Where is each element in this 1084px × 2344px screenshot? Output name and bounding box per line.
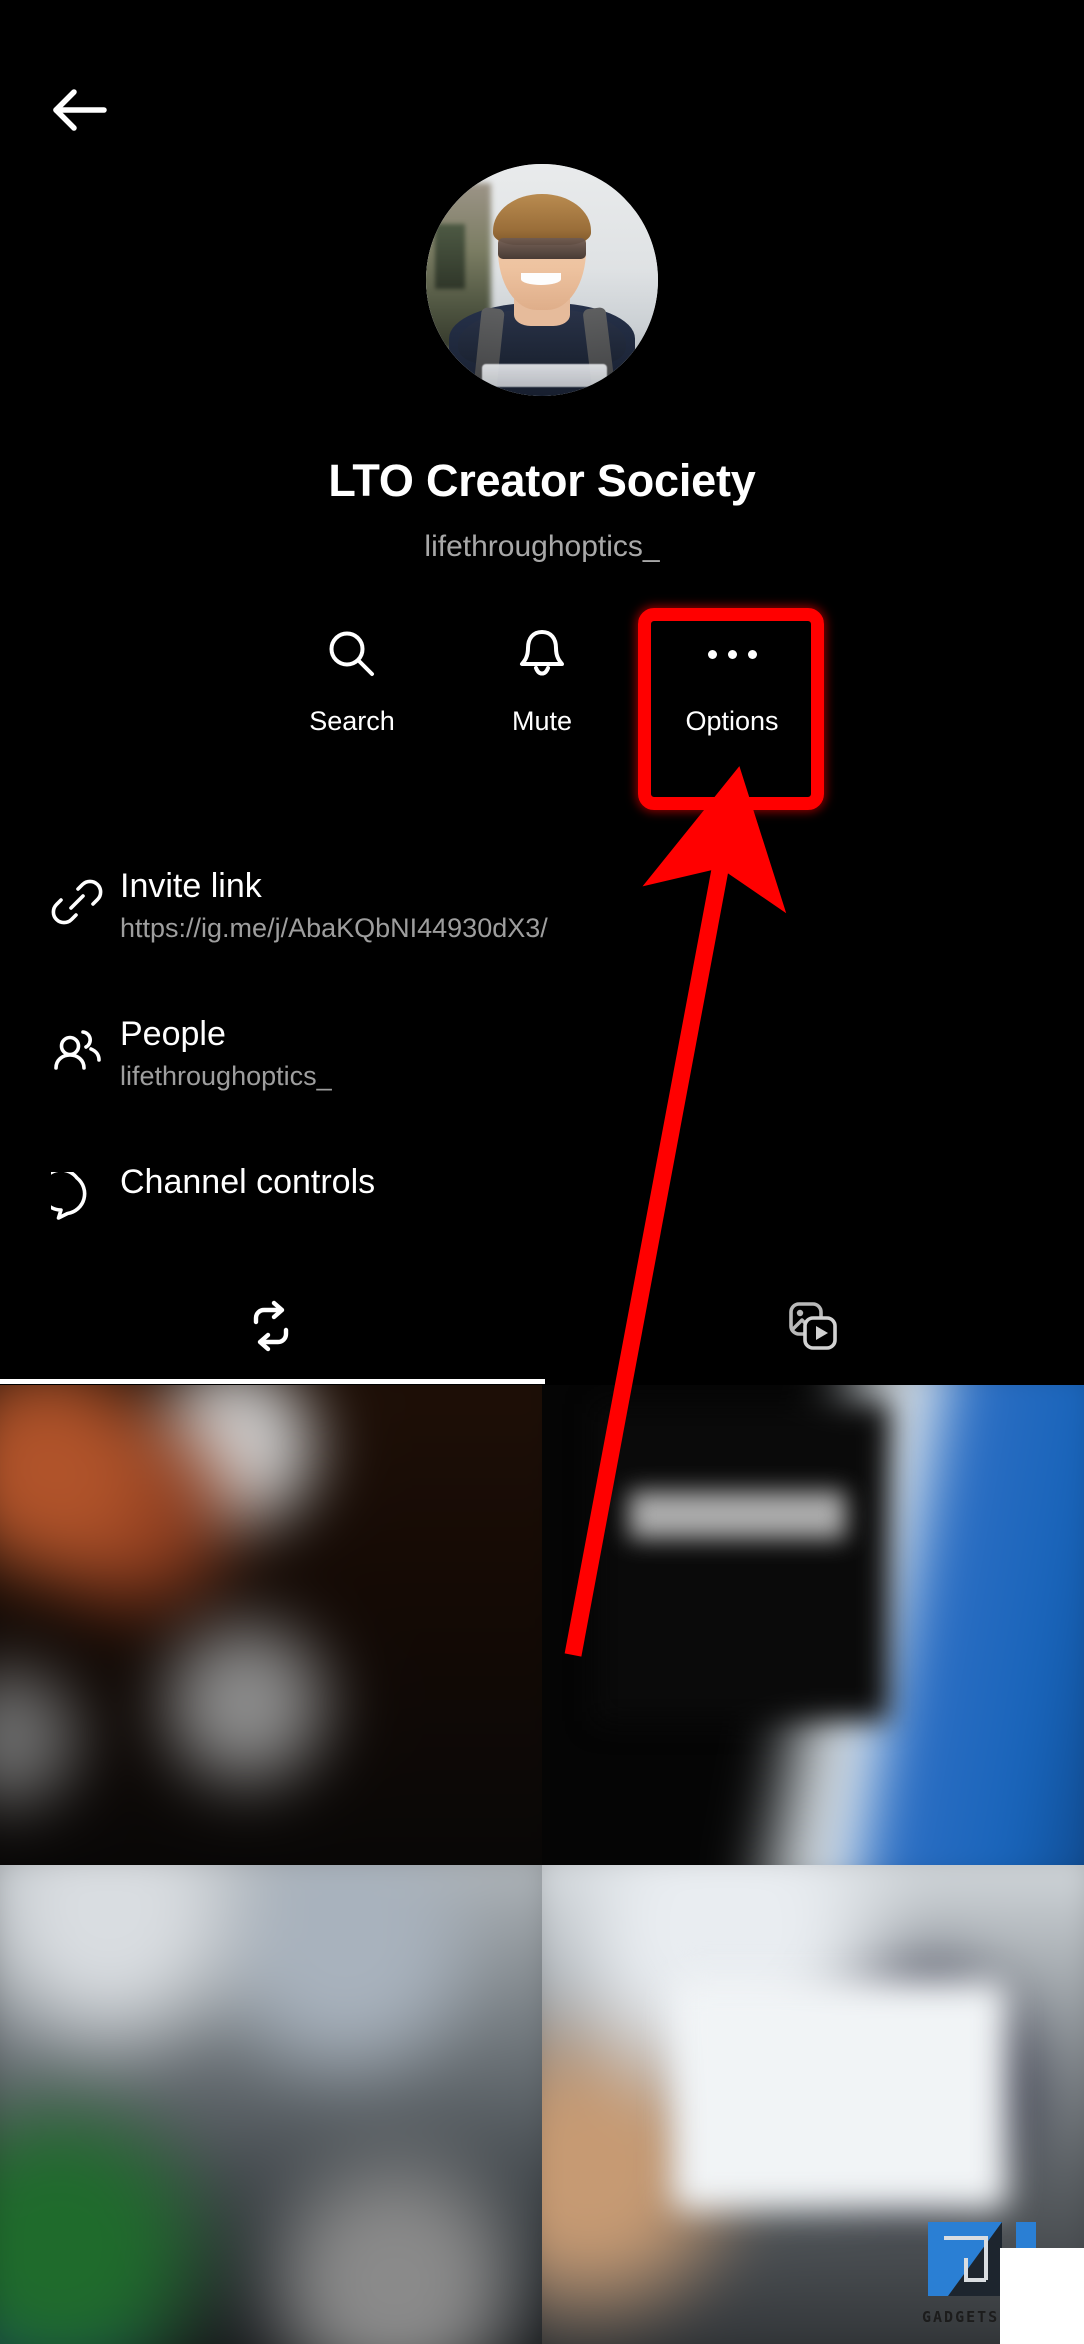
list-item-title: Channel controls (120, 1163, 376, 1201)
options-action-label: Options (685, 706, 779, 736)
list-item-subtitle: lifethroughoptics_ (120, 1061, 332, 1092)
chat-bubble-icon (34, 1154, 120, 1224)
page-title: LTO Creator Society (328, 455, 756, 506)
grid-cell[interactable] (0, 1385, 542, 1865)
list-item-subtitle: https://ig.me/j/AbaKQbNI44930dX3/ (120, 913, 548, 944)
active-tab-underline (0, 1379, 545, 1384)
list-item-invite-link[interactable]: Invite link https://ig.me/j/AbaKQbNI4493… (0, 858, 1084, 1006)
bell-icon (518, 618, 566, 690)
search-action-button[interactable]: Search (257, 618, 447, 737)
link-icon (34, 858, 120, 928)
back-button[interactable] (30, 62, 130, 158)
profile-username: lifethroughoptics_ (424, 530, 660, 563)
tab-media[interactable] (542, 1272, 1084, 1384)
content-tab-bar (0, 1272, 1084, 1384)
avatar-image (426, 164, 658, 396)
media-play-icon (785, 1298, 841, 1359)
tab-shared-posts[interactable] (0, 1272, 542, 1384)
content-grid (0, 1385, 1084, 2344)
people-icon (34, 1006, 120, 1074)
repeat-icon (243, 1298, 299, 1359)
search-action-label: Search (309, 706, 395, 736)
grid-cell[interactable] (542, 1385, 1084, 1865)
details-list: Invite link https://ig.me/j/AbaKQbNI4493… (0, 858, 1084, 1278)
action-row: Search Mute Options (0, 618, 1084, 737)
options-action-button[interactable]: Options (637, 618, 827, 737)
back-arrow-icon (52, 87, 108, 133)
watermark-mask (1000, 2248, 1084, 2344)
list-item-people[interactable]: People lifethroughoptics_ (0, 1006, 1084, 1154)
grid-cell[interactable] (0, 1865, 542, 2344)
search-icon (326, 618, 378, 690)
list-item-channel-controls[interactable]: Channel controls (0, 1154, 1084, 1278)
mute-action-button[interactable]: Mute (447, 618, 637, 737)
avatar[interactable] (426, 164, 658, 396)
list-item-title: Invite link (120, 867, 262, 905)
list-item-title: People (120, 1015, 226, 1053)
three-dots-icon (707, 618, 757, 690)
screen-root: LTO Creator Society lifethroughoptics_ S… (0, 0, 1084, 2344)
mute-action-label: Mute (511, 706, 573, 736)
channel-details-panel: LTO Creator Society lifethroughoptics_ S… (0, 0, 1084, 1385)
